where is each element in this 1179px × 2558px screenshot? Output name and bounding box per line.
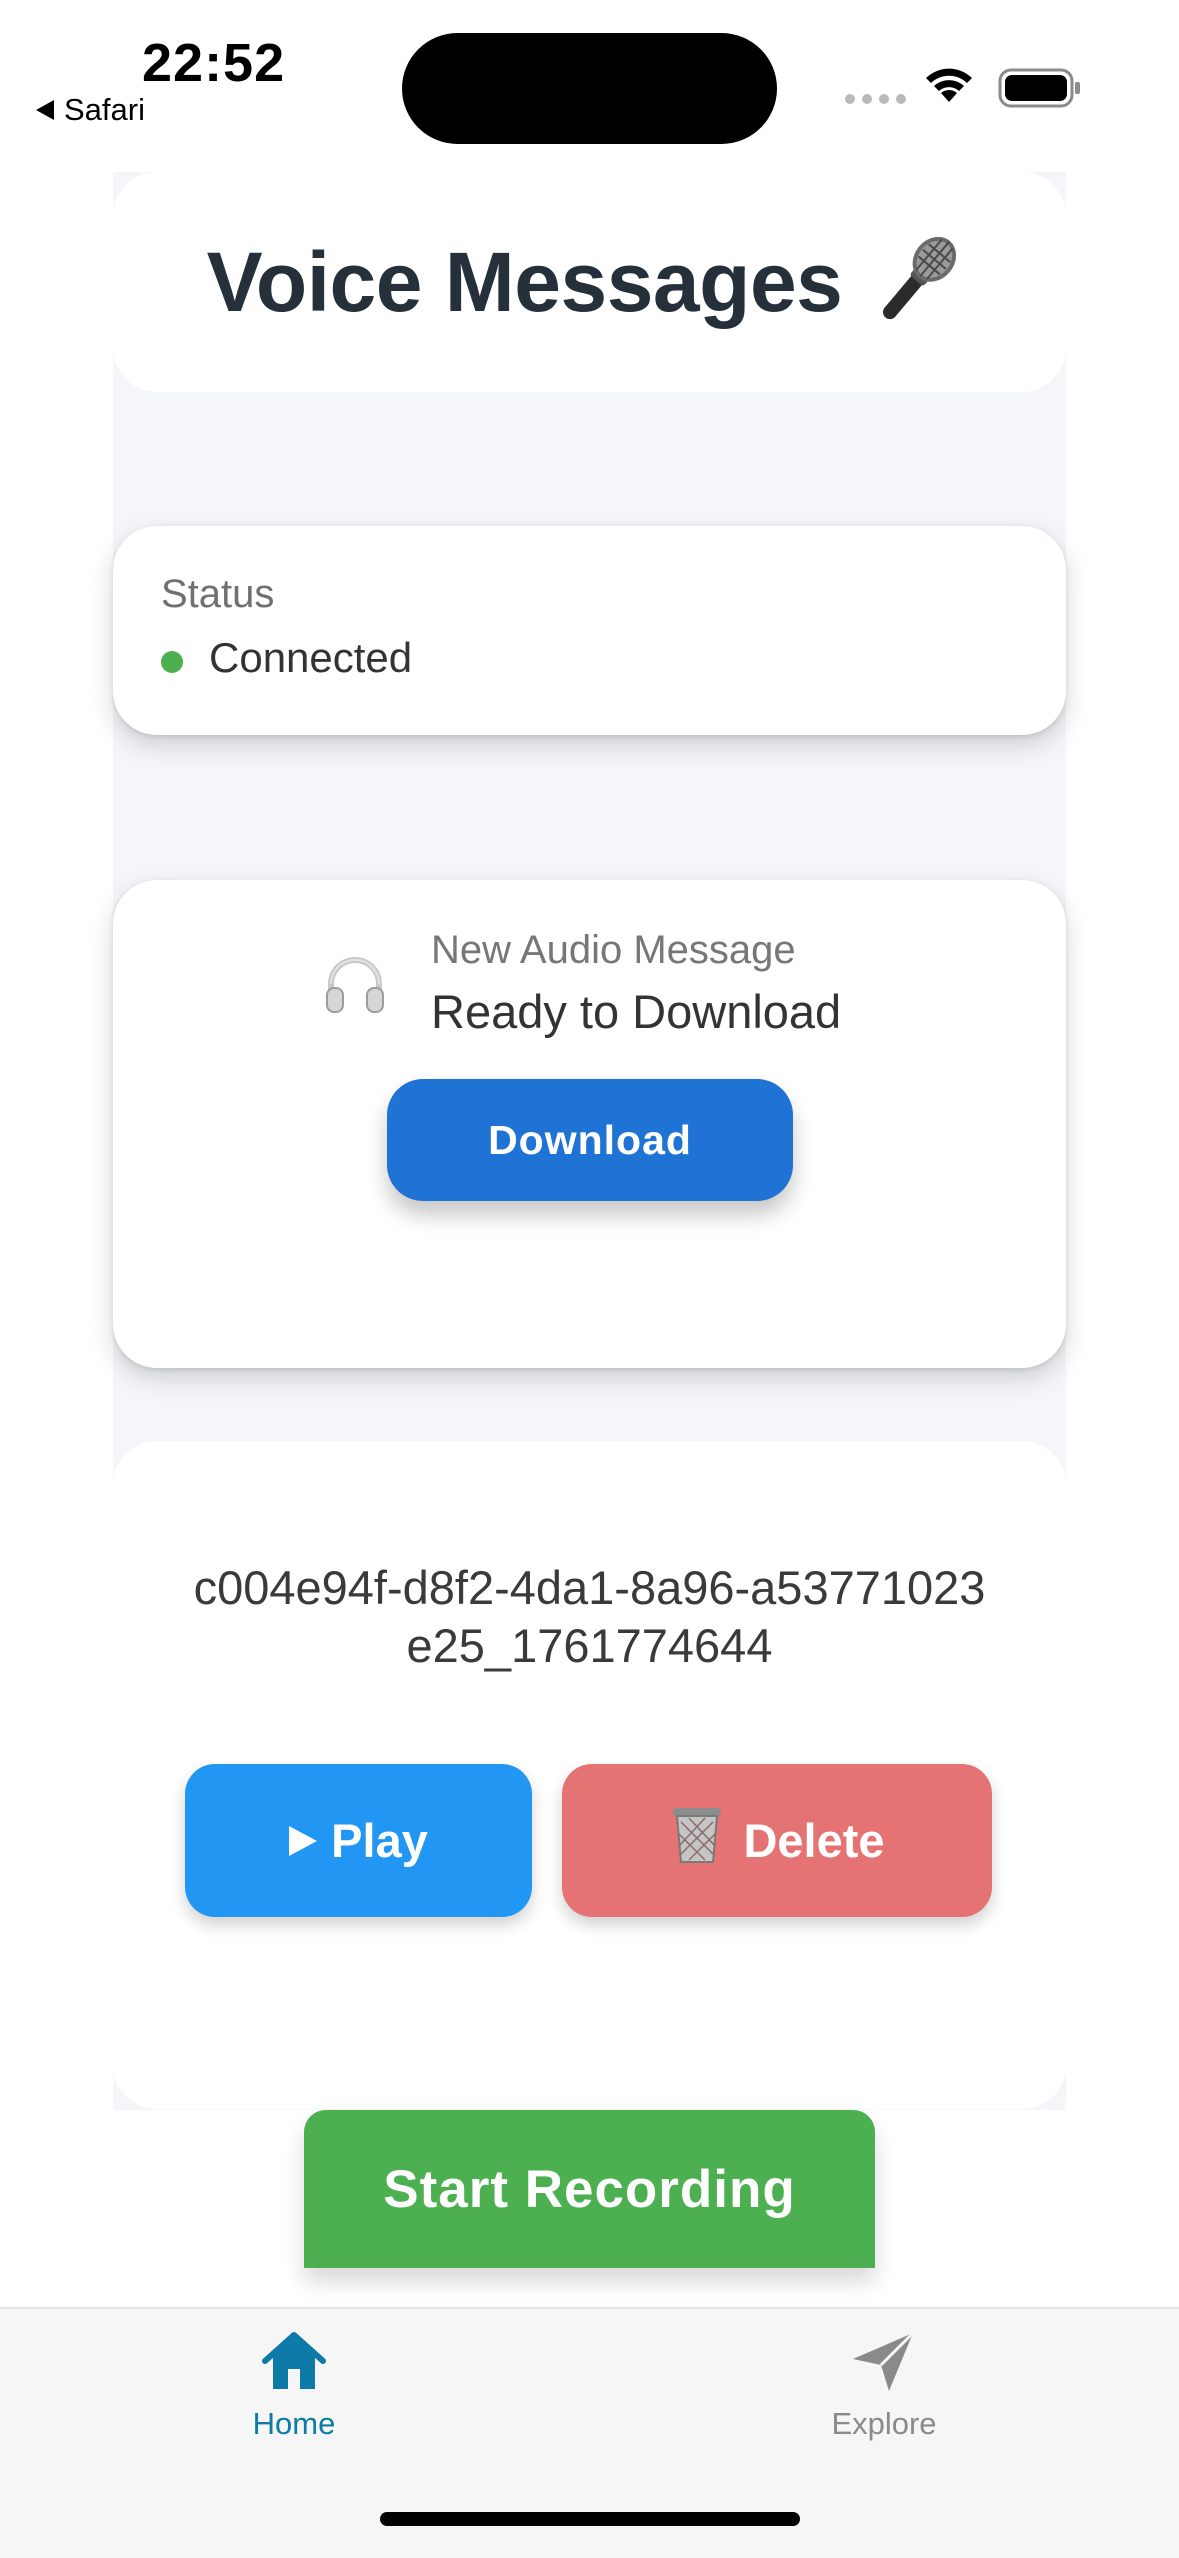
trash-icon: [669, 1804, 725, 1877]
play-icon: [289, 1825, 318, 1856]
home-icon: [259, 2329, 329, 2398]
status-label: Status: [161, 572, 275, 616]
send-icon: [849, 2329, 919, 2398]
tab-explore-label: Explore: [831, 2406, 937, 2441]
delete-label: Delete: [743, 1814, 885, 1867]
home-indicator: [380, 2512, 800, 2526]
headphones-icon: [323, 952, 387, 1021]
dynamic-island: [402, 33, 777, 144]
back-arrow-icon: [36, 100, 54, 120]
tab-explore[interactable]: Explore: [754, 2329, 1014, 2442]
connection-status-card: Status Connected: [113, 526, 1066, 735]
audio-subtitle: New Audio Message: [431, 928, 796, 972]
page-title: Voice Messages: [206, 234, 843, 329]
start-recording-button[interactable]: Start Recording: [304, 2110, 875, 2268]
back-to-safari-link[interactable]: Safari: [36, 92, 145, 128]
status-value: Connected: [209, 634, 413, 681]
header-card: Voice Messages: [113, 172, 1066, 392]
microphone-icon: [862, 225, 972, 340]
delete-button[interactable]: Delete: [562, 1764, 992, 1917]
wifi-icon: [922, 64, 976, 109]
message-card: c004e94f-d8f2-4da1-8a96-a53771023e25_176…: [113, 1441, 1066, 2109]
audio-title: Ready to Download: [431, 985, 842, 1038]
play-label: Play: [331, 1814, 428, 1867]
battery-icon: [998, 68, 1082, 113]
tab-home[interactable]: Home: [164, 2329, 424, 2442]
status-indicator-dot: [161, 651, 183, 673]
status-bar-time: 22:52: [142, 33, 286, 93]
cellular-signal-icon: [845, 94, 906, 104]
new-audio-card: New Audio Message Ready to Download Down…: [113, 880, 1066, 1368]
back-app-label: Safari: [64, 92, 145, 127]
message-id: c004e94f-d8f2-4da1-8a96-a53771023e25_176…: [193, 1561, 986, 1672]
play-button[interactable]: Play: [185, 1764, 532, 1917]
tab-home-label: Home: [252, 2406, 336, 2441]
download-button[interactable]: Download: [387, 1079, 793, 1201]
